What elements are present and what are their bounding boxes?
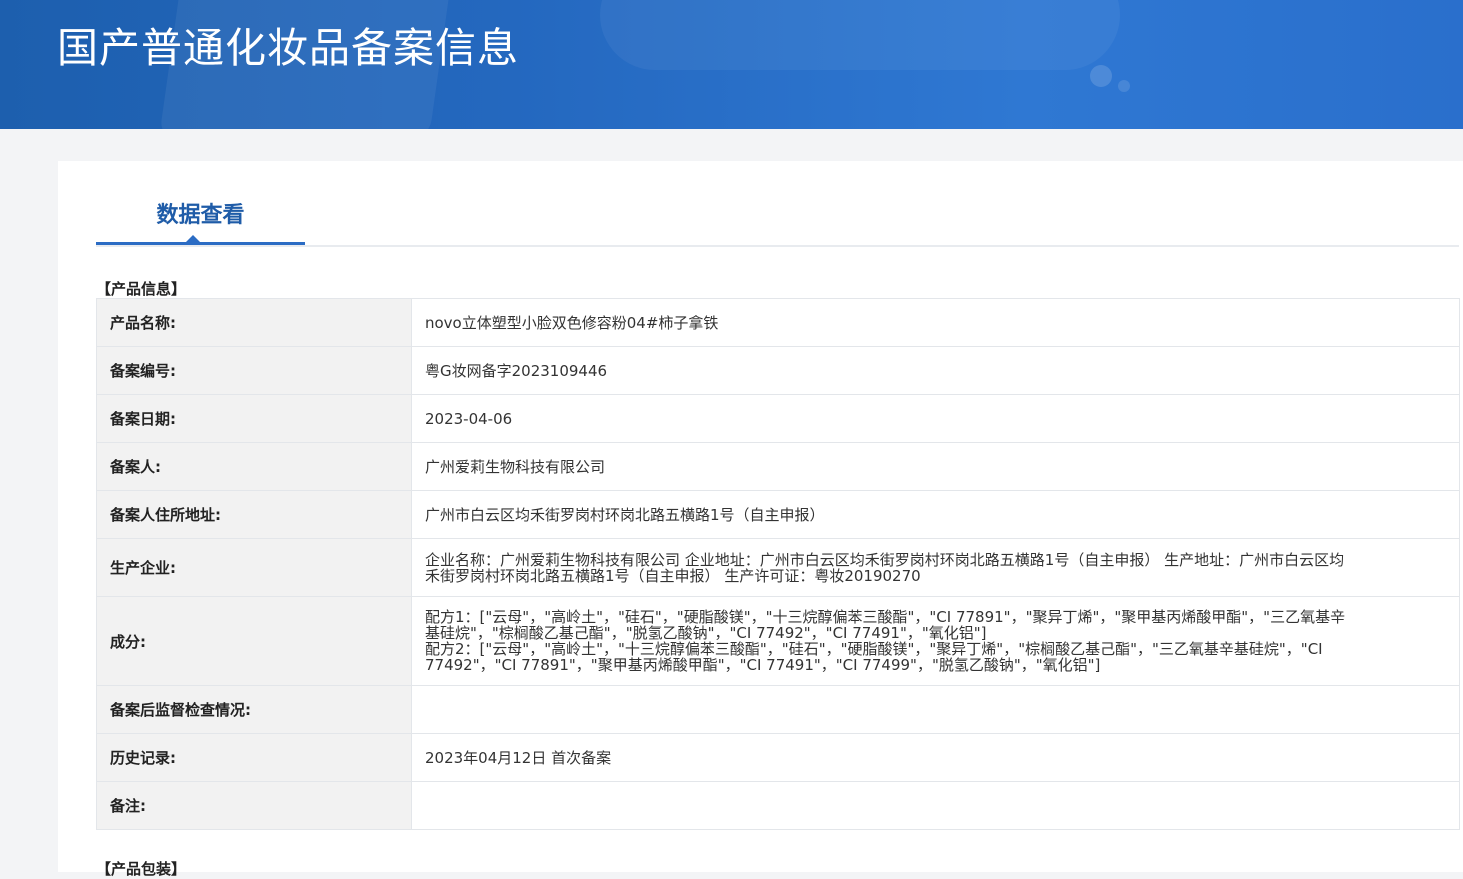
header-banner: 国产普通化妆品备案信息 [0,0,1463,129]
tab-bar: 数据查看 [96,161,1459,247]
row-value-filing-date: 2023-04-06 [411,394,1460,443]
section-heading-product-packaging: 【产品包装】 [96,860,187,878]
row-label-filing-number: 备案编号: [96,346,412,395]
manufacturer-line: 禾街罗岗村环岗北路五横路1号（自主申报） 生产许可证：粤妆20190270 [425,566,921,585]
row-value-filer: 广州爱莉生物科技有限公司 [411,442,1460,491]
tab-label: 数据查看 [156,203,245,228]
ingredients-line: 配方2：["云母"，"高岭土"，"十三烷醇偏苯三酸酯"，"硅石"，"硬脂酸镁"，… [425,640,1323,658]
page-title: 国产普通化妆品备案信息 [57,24,519,72]
row-label-filer: 备案人: [96,442,412,491]
row-value-ingredients: 配方1：["云母"，"高岭土"，"硅石"，"硬脂酸镁"，"十三烷醇偏苯三酸酯"，… [411,596,1460,686]
tab-data-view[interactable]: 数据查看 [96,161,305,245]
row-label-filer-address: 备案人住所地址: [96,490,412,539]
table-row: 备案日期: 2023-04-06 [96,394,1460,443]
row-value-remarks [411,781,1460,830]
row-value-filer-address: 广州市白云区均禾街罗岗村环岗北路五横路1号（自主申报） [411,490,1460,539]
table-row: 备案编号: 粤G妆网备字2023109446 [96,346,1460,395]
table-row: 备案人住所地址: 广州市白云区均禾街罗岗村环岗北路五横路1号（自主申报） [96,490,1460,539]
row-label-ingredients: 成分: [96,596,412,686]
manufacturer-line: 企业名称：广州爱莉生物科技有限公司 企业地址：广州市白云区均禾街罗岗村环岗北路五… [425,550,1345,569]
ingredients-line: 配方1：["云母"，"高岭土"，"硅石"，"硬脂酸镁"，"十三烷醇偏苯三酸酯"，… [425,608,1346,626]
row-label-product-name: 产品名称: [96,298,412,347]
banner-decoration [1118,80,1130,92]
ingredients-line: 基硅烷"，"棕榈酸乙基己酯"，"脱氢乙酸钠"，"CI 77492"，"CI 77… [425,624,987,642]
row-label-remarks: 备注: [96,781,412,830]
row-value-manufacturer: 企业名称：广州爱莉生物科技有限公司 企业地址：广州市白云区均禾街罗岗村环岗北路五… [411,538,1460,597]
row-label-history: 历史记录: [96,733,412,782]
table-row: 生产企业: 企业名称：广州爱莉生物科技有限公司 企业地址：广州市白云区均禾街罗岗… [96,538,1460,597]
row-value-filing-number: 粤G妆网备字2023109446 [411,346,1460,395]
ingredients-line: 77492"，"CI 77891"，"聚甲基丙烯酸甲酯"，"CI 77491"，… [425,656,1101,674]
row-label-filing-date: 备案日期: [96,394,412,443]
row-label-post-filing-inspection: 备案后监督检查情况: [96,685,412,734]
section-heading-product-info: 【产品信息】 [96,280,187,298]
banner-decoration [1090,65,1112,87]
table-row: 产品名称: novo立体塑型小脸双色修容粉04#柿子拿铁 [96,298,1460,347]
table-row: 历史记录: 2023年04月12日 首次备案 [96,733,1460,782]
content-card: 数据查看 【产品信息】 产品名称: novo立体塑型小脸双色修容粉04#柿子拿铁… [58,161,1463,878]
table-row: 备案人: 广州爱莉生物科技有限公司 [96,442,1460,491]
table-row: 成分: 配方1：["云母"，"高岭土"，"硅石"，"硬脂酸镁"，"十三烷醇偏苯三… [96,596,1460,686]
row-value-product-name: novo立体塑型小脸双色修容粉04#柿子拿铁 [411,298,1460,347]
row-value-history: 2023年04月12日 首次备案 [411,733,1460,782]
table-row: 备案后监督检查情况: [96,685,1460,734]
table-row: 备注: [96,781,1460,830]
row-value-post-filing-inspection [411,685,1460,734]
row-label-manufacturer: 生产企业: [96,538,412,597]
banner-decoration [600,0,1120,70]
active-tab-caret-icon [186,235,200,242]
product-info-table: 产品名称: novo立体塑型小脸双色修容粉04#柿子拿铁 备案编号: 粤G妆网备… [96,298,1460,830]
